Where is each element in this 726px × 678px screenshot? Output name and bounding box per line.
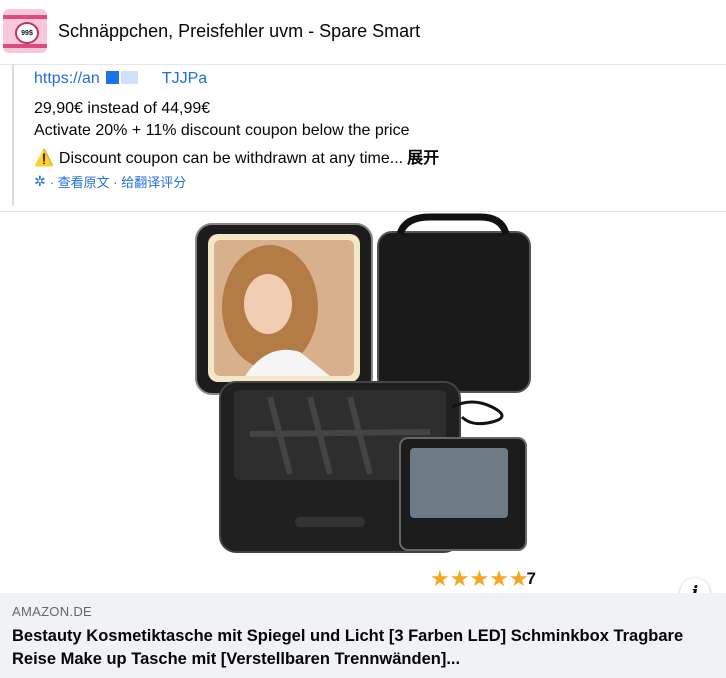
redaction-block <box>120 71 138 84</box>
group-name-link[interactable]: Schnäppchen, Preisfehler uvm - Spare Sma… <box>58 21 420 42</box>
product-image[interactable]: ★★★★★ 7 <box>190 212 540 592</box>
warning-text: Discount coupon can be withdrawn at any … <box>58 150 404 167</box>
avatar-badge: 99$ <box>15 22 39 44</box>
url-prefix: https://an <box>34 70 100 87</box>
translation-row: ✲ · 查看原文 · 给翻译评分 <box>34 172 186 191</box>
avatar-stripe <box>3 15 47 19</box>
rating-count: 7 <box>527 569 536 588</box>
redaction-block <box>105 71 119 84</box>
translation-options[interactable]: · 查看原文 · 给翻译评分 <box>50 172 187 191</box>
url-suffix: TJJPa <box>161 70 208 87</box>
rating-stars: ★★★★★ <box>430 567 529 592</box>
case-back-shape <box>377 231 531 393</box>
warning-icon: ⚠️ <box>34 150 54 167</box>
shared-post-text: https://an TJJPa 29,90€ instead of 44,99€… <box>12 64 726 206</box>
case-side-handle <box>295 517 365 527</box>
link-preview-card[interactable]: AMAZON.DE Bestauty Kosmetiktasche mit Sp… <box>0 593 726 678</box>
star-icons: ★★★★★ <box>430 567 529 592</box>
see-more-button[interactable]: 展开 <box>407 150 439 167</box>
pouch-window <box>410 448 508 518</box>
woman-face <box>244 274 292 334</box>
price-line: 29,90€ instead of 44,99€ <box>34 100 211 117</box>
group-avatar[interactable]: 99$ <box>3 9 47 53</box>
avatar-stripe <box>3 44 47 48</box>
warning-line: ⚠️ Discount coupon can be withdrawn at an… <box>34 144 439 168</box>
link-domain: AMAZON.DE <box>12 604 92 619</box>
product-url-link[interactable]: https://an TJJPa <box>34 70 207 88</box>
link-title: Bestauty Kosmetiktasche mit Spiegel und … <box>12 627 684 668</box>
post-header: 99$ Schnäppchen, Preisfehler uvm - Spare… <box>0 0 726 65</box>
gear-icon[interactable]: ✲ <box>34 173 46 190</box>
discount-line: Activate 20% + 11% discount coupon below… <box>34 122 410 139</box>
